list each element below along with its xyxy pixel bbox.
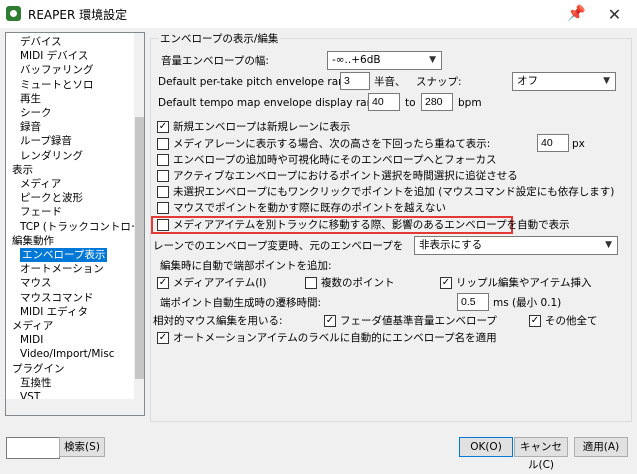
ripple-label: リップル編集やアイテム挿入 xyxy=(456,277,592,289)
search-button[interactable]: 検索(S) xyxy=(59,437,105,457)
fader-volume-label: フェーダ値基準音量エンベロープ xyxy=(340,315,497,327)
tree-item[interactable]: 互換性 xyxy=(20,376,52,390)
semitone-label: 半音、 xyxy=(374,76,406,88)
new-env-lane-checkbox[interactable]: ✓ xyxy=(157,121,169,133)
tree-item[interactable]: デバイス xyxy=(20,35,62,49)
pin-icon[interactable]: 📌 xyxy=(567,4,586,22)
tree-item[interactable]: マウスコマンド xyxy=(20,291,94,305)
volume-range-label: 音量エンベロープの幅: xyxy=(161,55,269,67)
lane-change-label: レーンでのエンベロープ変更時、元のエンベロープを xyxy=(153,240,404,252)
tempo-unit-label: bpm xyxy=(458,97,482,109)
active-follow-checkbox[interactable] xyxy=(157,170,169,182)
transition-unit-label: ms (最小 0.1) xyxy=(493,297,562,309)
tree-item[interactable]: ピークと波形 xyxy=(20,191,83,205)
preferences-window: REAPER 環境設定 📌 ✕ デバイス MIDI デバイス バッファリング ミュート… xyxy=(0,0,637,471)
focus-on-add-label: エンベロープの追加時や可視化時にそのエンベロープへとフォーカス xyxy=(173,154,497,166)
tree-item[interactable]: メディア xyxy=(12,319,53,333)
no-cross-points-checkbox[interactable] xyxy=(157,202,169,214)
chevron-down-icon: ▼ xyxy=(603,76,610,86)
media-lane-overlap-checkbox[interactable] xyxy=(157,138,169,150)
tree-item[interactable]: 編集動作 xyxy=(12,234,54,248)
preferences-tree[interactable]: デバイス MIDI デバイス バッファリング ミュートとソロ 再生 シーク 録音 ループ録音レ… xyxy=(5,32,145,416)
fader-volume-checkbox[interactable]: ✓ xyxy=(324,315,336,327)
snap-value: オフ xyxy=(517,75,538,87)
tree-item[interactable]: Video/Import/Misc xyxy=(20,347,115,361)
overlap-height-input[interactable] xyxy=(537,134,569,152)
tree-item[interactable]: MIDI エディタ xyxy=(20,305,88,319)
others-label: その他全て xyxy=(545,315,598,327)
no-cross-points-label: マウスでポイントを動かす際に既存のポイントを越えない xyxy=(173,202,446,214)
media-item-checkbox[interactable]: ✓ xyxy=(157,277,169,289)
search-input[interactable] xyxy=(6,437,60,459)
chevron-down-icon: ▼ xyxy=(429,55,436,65)
new-env-lane-label: 新規エンベロープは新規レーンに表示 xyxy=(173,121,351,133)
pitch-range-input[interactable] xyxy=(340,72,370,90)
lane-change-value: 非表示にする xyxy=(419,239,483,251)
unselected-one-click-label: 未選択エンベロープにもワンクリックでポイントを追加 (マウスコマンド設定にも依存… xyxy=(173,186,615,198)
multi-points-checkbox[interactable] xyxy=(305,277,317,289)
unselected-one-click-checkbox[interactable] xyxy=(157,186,169,198)
tree-item[interactable]: 表示 xyxy=(12,163,33,177)
tree-item[interactable]: MIDI xyxy=(20,333,43,347)
volume-range-value: -∞..+6dB xyxy=(332,54,381,66)
tree-item[interactable]: メディア xyxy=(20,177,61,191)
media-item-label: メディアアイテム(I) xyxy=(173,277,267,289)
focus-on-add-checkbox[interactable] xyxy=(157,154,169,166)
snap-select[interactable]: オフ ▼ xyxy=(512,72,616,91)
chevron-down-icon: ▼ xyxy=(605,240,612,250)
auto-name-label: オートメーションアイテムのラベルに自動的にエンベロープ名を適用 xyxy=(173,332,497,344)
auto-name-checkbox[interactable]: ✓ xyxy=(157,332,169,344)
ripple-checkbox[interactable]: ✓ xyxy=(440,277,452,289)
window-title: REAPER 環境設定 xyxy=(28,8,128,22)
tree-item[interactable]: マウス xyxy=(20,276,52,290)
group-title: エンベロープの表示/編集 xyxy=(158,31,281,46)
pitch-range-label: Default per-take pitch envelope range: xyxy=(158,76,362,88)
tree-item[interactable]: レンダリング xyxy=(20,149,83,163)
media-lane-overlap-label: メディアレーンに表示する場合、次の高さを下回ったら重ねて表示: xyxy=(173,138,491,150)
tree-item[interactable]: 再生 xyxy=(20,92,41,106)
apply-button[interactable]: 適用(A) xyxy=(574,437,628,457)
title-bar: REAPER 環境設定 📌 ✕ xyxy=(0,0,637,28)
multi-points-label: 複数のポイント xyxy=(321,277,395,289)
tempo-range-label: Default tempo map envelope display range… xyxy=(158,97,390,109)
cancel-button[interactable]: キャンセル(C) xyxy=(514,437,568,471)
close-icon[interactable]: ✕ xyxy=(592,0,637,28)
reaper-app-icon xyxy=(6,6,21,21)
ok-button[interactable]: OK(O) xyxy=(459,437,513,457)
overlap-unit-label: px xyxy=(572,138,585,150)
tree-scroll-thumb[interactable] xyxy=(135,117,144,379)
lane-change-select[interactable]: 非表示にする ▼ xyxy=(414,236,618,255)
tempo-max-input[interactable] xyxy=(421,93,453,111)
tree-item[interactable]: シーク xyxy=(20,106,52,120)
auto-edge-label: 編集時に自動で端部ポイントを追加: xyxy=(160,260,332,272)
tree-item[interactable]: フェード xyxy=(20,205,62,219)
tree-item[interactable]: 録音 xyxy=(20,120,41,134)
tree-horizontal-scrollbar[interactable] xyxy=(6,399,144,415)
tree-item[interactable]: MIDI デバイス xyxy=(20,49,88,63)
tree-item[interactable]: オートメーション xyxy=(20,262,104,276)
relative-mouse-label: 相対的マウス編集を用いる: xyxy=(153,315,283,327)
tree-item[interactable]: プラグイン xyxy=(12,362,65,376)
tempo-min-input[interactable] xyxy=(368,93,400,111)
snap-label: スナップ: xyxy=(416,76,462,88)
tree-item[interactable]: ループ録音 xyxy=(20,134,72,148)
tree-item[interactable]: エンベロープ表示 xyxy=(20,248,108,262)
transition-input[interactable] xyxy=(457,293,489,311)
tree-item[interactable]: ミュートとソロ xyxy=(20,78,94,92)
volume-range-select[interactable]: -∞..+6dB ▼ xyxy=(327,51,442,70)
tree-item[interactable]: TCP (トラックコントロール xyxy=(20,220,144,234)
auto-show-affected-checkbox[interactable] xyxy=(157,219,169,231)
auto-show-affected-label: メディアアイテムを別トラックに移動する際、影響のあるエンベロープを自動で表示 xyxy=(173,219,570,231)
tree-item[interactable]: バッファリング xyxy=(20,63,94,77)
tempo-to-label: to xyxy=(405,97,416,109)
active-follow-label: アクティブなエンベロープにおけるポイント選択を時間選択に追従させる xyxy=(173,170,518,182)
others-checkbox[interactable]: ✓ xyxy=(529,315,541,327)
transition-label: 端ポイント自動生成時の遷移時間: xyxy=(160,297,322,309)
